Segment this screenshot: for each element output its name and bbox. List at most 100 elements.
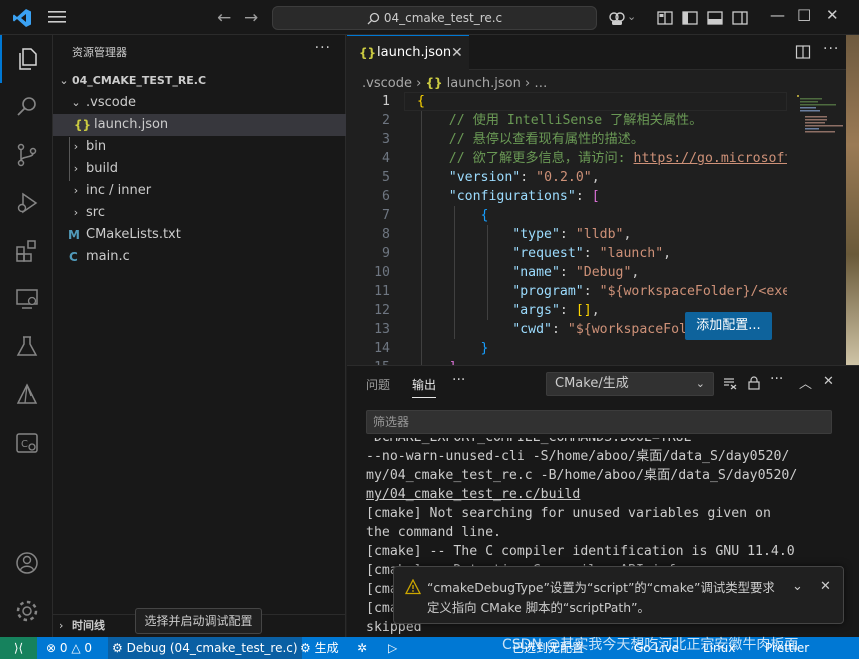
close-window-icon[interactable]: ✕ [826,6,839,24]
code-line[interactable]: 1{ [347,92,787,111]
menu-icon[interactable] [48,10,66,24]
code-line[interactable]: 7 { [347,206,787,225]
code-line[interactable]: 9 "request": "launch", [347,244,787,263]
tree-item-bin[interactable]: › bin [53,136,346,158]
problems-status[interactable]: ⊗ 0 △ 0 [46,637,92,659]
add-configuration-button[interactable]: 添加配置... [685,312,772,340]
code-text: "cwd": "${workspaceFolder}" [417,320,726,339]
panel-more-actions-icon[interactable]: ··· [770,371,783,387]
explorer-title: 资源管理器 [72,46,127,59]
line-number: 8 [382,227,390,242]
code-line[interactable]: 6 "configurations": [ [347,187,787,206]
testing-icon[interactable] [0,323,53,371]
toggle-secondary-sidebar-icon[interactable] [731,9,749,27]
editor-more-actions-icon[interactable]: ··· [823,41,839,57]
code-line[interactable]: 2 // 使用 IntelliSense 了解相关属性。 [347,111,787,130]
chevron-down-icon: ⌄ [695,377,705,390]
tooltip: 选择并启动调试配置 [135,608,262,634]
minimap[interactable] [787,92,847,365]
code-line[interactable]: 11 "program": "${workspaceFolder}/<execu… [347,282,787,301]
code-token: , [663,246,672,261]
source-control-icon[interactable] [0,131,53,179]
output-channel-select[interactable]: CMake/生成 ⌄ [546,372,714,396]
run-play-icon[interactable]: ▷ [388,637,397,659]
close-icon[interactable]: ✕ [451,36,463,70]
manage-gear-icon[interactable] [0,587,53,635]
remote-indicator[interactable]: ⟩⟨ [0,637,37,659]
code-line[interactable]: 8 "type": "lldb", [347,225,787,244]
remote-explorer-icon[interactable] [0,275,53,323]
line-number: 13 [374,322,390,337]
cmake-tools-icon[interactable]: C [0,419,53,467]
code-text: "request": "launch", [417,244,671,263]
activity-bar: C [0,35,53,637]
debug-config-button[interactable]: ⚙ Debug (04_cmake_test_re.c) [108,637,302,659]
code-token: "lldb" [575,227,624,242]
copilot-dropdown-icon[interactable]: ⌄ [627,10,636,23]
warning-count: 0 [84,641,93,655]
layout-customize-icon[interactable] [656,9,674,27]
tab-output[interactable]: 输出 [412,376,437,398]
tree-item-launch-json[interactable]: {} launch.json [53,114,346,136]
cmake-icon[interactable] [0,371,53,419]
run-debug-icon[interactable] [0,179,53,227]
explorer-more-actions[interactable]: ··· [315,40,331,56]
explorer-icon[interactable] [0,35,53,83]
tree-item-cmakelists[interactable]: M CMakeLists.txt [53,224,346,246]
code-token: "Debug" [575,265,632,280]
workspace-root-label: 04_CMAKE_TEST_RE.C [72,74,207,87]
code-text: { [417,206,489,225]
code-line[interactable]: 10 "name": "Debug", [347,263,787,282]
code-line[interactable]: 14 } [347,339,787,358]
tree-item-main-c[interactable]: C main.c [53,246,346,268]
breadcrumb-item[interactable]: .vscode [362,76,412,91]
copilot-icon[interactable] [608,9,626,27]
chevron-right-icon: › [73,206,79,219]
code-line[interactable]: 4 // 欲了解更多信息，请访问: https://go.microsoft.c… [347,149,787,168]
timeline-label: 时间线 [72,619,105,632]
code-line[interactable]: 5 "version": "0.2.0", [347,168,787,187]
tree-item-vscode[interactable]: ⌄ .vscode [53,92,346,114]
output-line[interactable]: my/04_cmake_test_re.c/build [366,485,580,504]
tab-launch-json[interactable]: {} launch.json ✕ [347,35,469,70]
maximize-panel-icon[interactable]: ︿ [799,373,812,392]
chevron-down-icon[interactable]: ⌄ [792,579,803,594]
minimize-icon[interactable]: — [770,6,785,24]
tree-item-inc-inner[interactable]: › inc / inner [53,180,346,202]
cmake-build-button[interactable]: ⚙ 生成 [300,637,339,659]
tab-label: launch.json [377,45,452,60]
line-number: 15 [347,358,390,365]
bug-icon[interactable]: ✲ [357,637,367,659]
workspace-root[interactable]: ⌄ 04_CMAKE_TEST_RE.C [53,70,346,92]
close-panel-icon[interactable]: ✕ [823,374,834,389]
code-text: // 使用 IntelliSense 了解相关属性。 [417,111,703,130]
back-arrow-icon[interactable]: ← [217,8,231,28]
search-view-icon[interactable] [0,83,53,131]
account-icon[interactable] [0,539,53,587]
tree-item-build[interactable]: › build [53,158,346,180]
maximize-icon[interactable]: □ [797,5,811,23]
code-text: } [417,339,489,358]
code-text: // 欲了解更多信息，请访问: https://go.microsoft.com… [417,149,787,168]
clear-output-icon[interactable] [723,376,737,390]
toggle-sidebar-icon[interactable] [681,9,699,27]
toggle-panel-icon[interactable] [706,9,724,27]
breadcrumb-item[interactable]: … [534,76,547,91]
tree-item-src[interactable]: › src [53,202,346,224]
extensions-icon[interactable] [0,227,53,275]
output-line: --no-warn-unused-cli -S/home/aboo/桌面/dat… [366,449,790,464]
forward-arrow-icon[interactable]: → [244,8,258,28]
output-filter-input[interactable]: 筛选器 [366,410,832,434]
command-center-search[interactable]: 04_cmake_test_re.c [272,6,597,30]
tab-problems[interactable]: 问题 [366,376,390,393]
breadcrumb-item[interactable]: launch.json [447,76,521,91]
output-line: the command line. [366,525,501,540]
close-notification-icon[interactable]: ✕ [820,579,831,594]
code-line[interactable]: 3 // 悬停以查看现有属性的描述。 [347,130,787,149]
code-token: "type" [512,227,560,242]
panel-more-icon[interactable]: ··· [452,372,465,388]
lock-icon[interactable] [747,376,761,390]
code-line[interactable]: 15 ] [347,358,787,365]
split-editor-icon[interactable] [795,44,811,60]
